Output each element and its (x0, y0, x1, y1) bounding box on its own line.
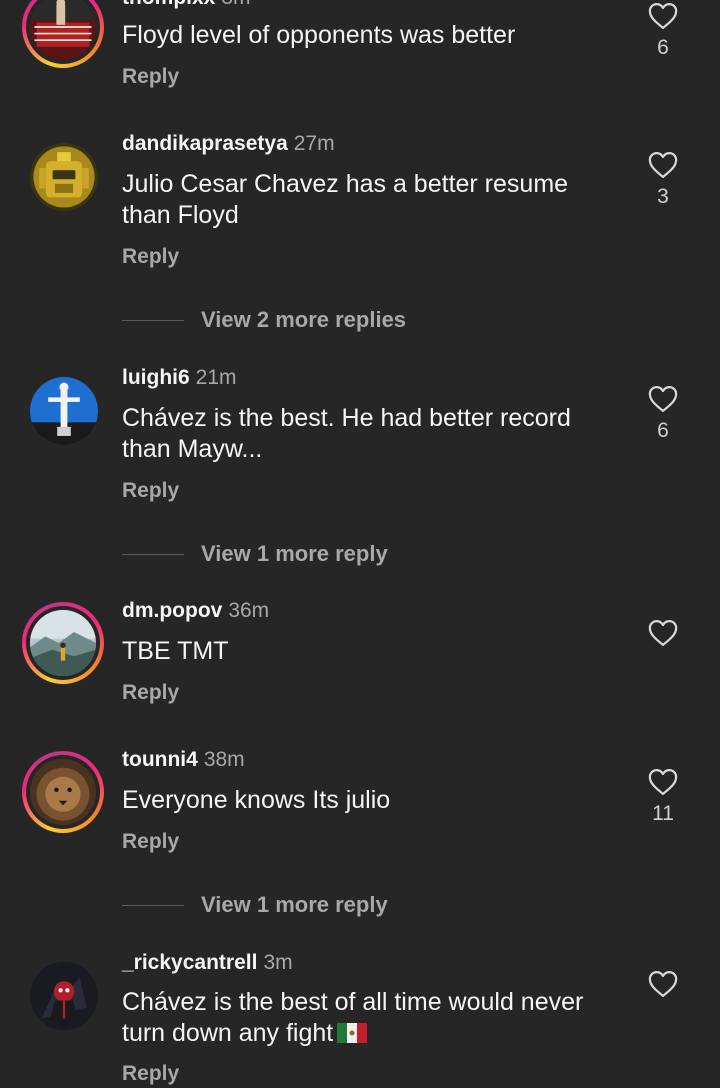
view-more-replies[interactable]: View 2 more replies (122, 305, 406, 335)
avatar[interactable] (30, 377, 98, 445)
reply-button[interactable]: Reply (122, 1060, 179, 1088)
comment-text: Chávez is the best. He had better record… (122, 404, 571, 463)
comment-username[interactable]: luighi6 (122, 366, 190, 389)
statue-avatar-icon (30, 377, 98, 445)
landscape-avatar-icon (30, 610, 96, 676)
like-count: 3 (657, 185, 669, 208)
reply-button[interactable]: Reply (122, 828, 179, 856)
comment-text: Floyd level of opponents was better (122, 21, 516, 49)
like-count: 6 (657, 36, 669, 59)
lion-avatar-icon (30, 759, 96, 825)
comment-username[interactable]: thompixx (122, 0, 215, 9)
boxing-ring-avatar-icon (30, 0, 96, 60)
story-ring-avatar[interactable] (22, 0, 104, 68)
story-ring-avatar[interactable] (22, 751, 104, 833)
comment-username[interactable]: tounni4 (122, 748, 198, 771)
divider-line (122, 553, 184, 555)
comment-time: 21m (195, 366, 237, 389)
comment-header: tounni4 38m (122, 746, 245, 774)
comment-username[interactable]: dandikaprasetya (122, 132, 288, 155)
comment-time: 27m (293, 132, 335, 155)
heart-icon (648, 386, 678, 412)
view-more-label[interactable]: View 2 more replies (201, 307, 406, 333)
comment-header: luighi6 21m (122, 364, 237, 392)
comment-time: 38m (203, 748, 245, 771)
reply-button[interactable]: Reply (122, 679, 179, 707)
view-more-label[interactable]: View 1 more reply (201, 892, 388, 918)
comment-header: _rickycantrell 3m (122, 949, 293, 977)
like-button[interactable] (646, 619, 680, 652)
spiderman-avatar-icon (30, 962, 98, 1030)
like-count: 6 (657, 419, 669, 442)
view-more-replies[interactable]: View 1 more reply (122, 539, 388, 569)
comment-text: TBE TMT (122, 637, 229, 665)
like-button[interactable]: 11 (646, 768, 680, 827)
divider-line (122, 319, 184, 321)
mexico-flag-icon (337, 1023, 368, 1043)
like-button[interactable]: 3 (646, 151, 680, 210)
like-button[interactable]: 6 (646, 385, 680, 444)
gold-robot-avatar-icon (30, 143, 98, 211)
avatar[interactable] (30, 962, 98, 1030)
comment-username[interactable]: _rickycantrell (122, 951, 257, 974)
like-button[interactable]: 6 (646, 2, 680, 61)
reply-button[interactable]: Reply (122, 243, 179, 271)
like-button[interactable] (646, 970, 680, 1003)
story-ring-avatar[interactable] (22, 602, 104, 684)
heart-icon (648, 769, 678, 795)
comment-time: 36m (228, 599, 270, 622)
avatar[interactable] (30, 143, 98, 211)
divider-line (122, 904, 184, 906)
like-count: 11 (652, 802, 674, 825)
comment-text: Chávez is the best of all time would nev… (122, 987, 622, 1049)
heart-icon (648, 2, 678, 29)
view-more-replies[interactable]: View 1 more reply (122, 890, 388, 920)
comment-header: thompixx 3m (122, 0, 251, 12)
heart-icon (648, 152, 678, 178)
comment-header: dm.popov 36m (122, 597, 269, 625)
comment-time: 3m (263, 951, 293, 974)
heart-icon (648, 971, 678, 997)
heart-icon (648, 620, 678, 646)
reply-button[interactable]: Reply (122, 477, 179, 505)
comment-text: Everyone knows Its julio (122, 786, 391, 814)
comment-header: dandikaprasetya 27m (122, 130, 335, 158)
view-more-label[interactable]: View 1 more reply (201, 541, 388, 567)
comment-text: Julio Cesar Chavez has a better resume t… (122, 170, 569, 229)
comment-username[interactable]: dm.popov (122, 599, 222, 622)
comment-time: 3m (221, 0, 250, 9)
reply-button[interactable]: Reply (122, 63, 179, 91)
